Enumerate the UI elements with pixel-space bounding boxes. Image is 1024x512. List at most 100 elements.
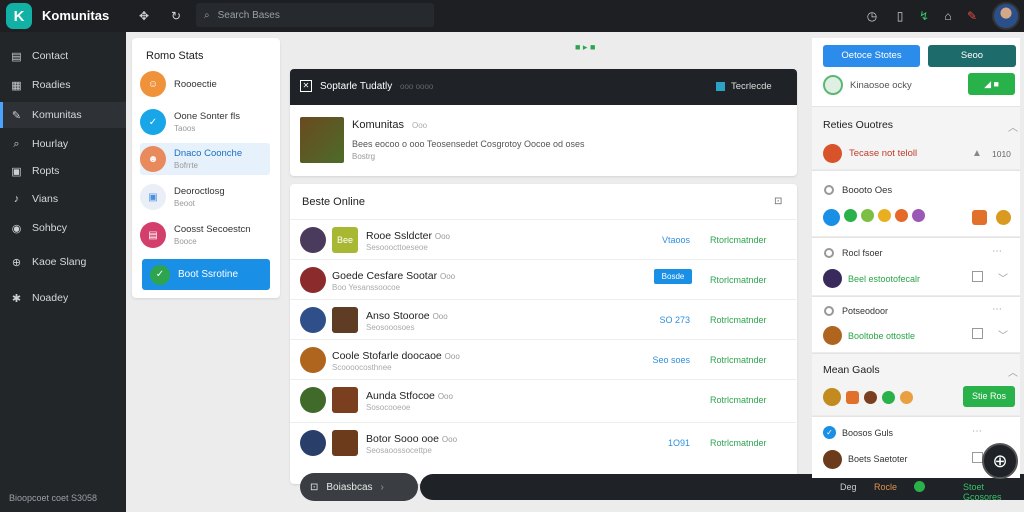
globe-icon: ⊕ — [11, 256, 22, 269]
bottom-bar-label-b[interactable]: Rocle — [874, 482, 897, 492]
table-row[interactable]: Anso Stooroe Ooo Seosooosoes SO 273 Rotr… — [290, 299, 796, 339]
chevron-down-icon[interactable]: ﹀ — [998, 327, 1008, 342]
chevron-up-icon[interactable]: ︿ — [1008, 119, 1018, 134]
avatar[interactable] — [861, 209, 874, 222]
bottom-bar-label-c[interactable]: Stoet Gcosores — [963, 482, 1024, 502]
sidebar-item-vians[interactable]: ♪ Vians — [0, 186, 126, 212]
refresh-icon[interactable]: ↻ — [168, 8, 184, 24]
bottom-pill-button[interactable]: ⊡ Boiasbcas › — [300, 473, 418, 501]
bottom-bar-label-a[interactable]: Deg — [840, 482, 857, 492]
friend-avatars — [823, 209, 925, 226]
sidebar-item-komunitas[interactable]: ✎ Komunitas — [0, 102, 126, 128]
member-name[interactable]: Boets Saetoter — [848, 454, 908, 464]
search-input[interactable]: ⌕ Search Bases — [196, 3, 434, 27]
user-avatar[interactable] — [992, 2, 1020, 30]
bolt-icon[interactable]: ↯ — [916, 8, 932, 24]
grid-icon[interactable]: ✥ — [136, 8, 152, 24]
online-list: Beste Online ⊡ Bee Rooe Ssldcter Ooo Ses… — [290, 184, 797, 484]
sidebar-item-sohbcy[interactable]: ◉ Sohbcy — [0, 215, 126, 241]
row-action[interactable]: Rotrlcmatnder — [710, 395, 767, 405]
avatar[interactable] — [844, 209, 857, 222]
status-badge[interactable]: Bosde — [654, 269, 692, 284]
table-row[interactable]: Aunda Stfocoe Ooo Sosocooeoe Rotrlcmatnd… — [290, 379, 796, 419]
list-item[interactable]: ☺ Roooectie — [140, 68, 270, 100]
reports-icon: ▣ — [11, 165, 22, 178]
secondary-button[interactable]: Seoo — [928, 45, 1016, 67]
app-logo[interactable]: K — [6, 3, 32, 29]
section-title: Mean Gaols — [823, 364, 880, 376]
member-row[interactable]: Potseodoor ⋯ Booltobe ottostle ﹀ — [812, 296, 1020, 352]
sidebar-item-contact[interactable]: ▤ Contact — [0, 43, 126, 69]
table-row[interactable]: Coole Stofarle doocaoe Ooo Scoooocosthne… — [290, 339, 796, 379]
left-panel-title: Romo Stats — [146, 50, 204, 62]
checkbox[interactable] — [972, 328, 983, 339]
sidebar-item-kaoe-slang[interactable]: ⊕ Kaoe Slang — [0, 249, 126, 275]
more-icon[interactable]: ⋯ — [992, 304, 1002, 315]
avatar — [300, 307, 326, 333]
row-action[interactable]: Rotrlcmatnder — [710, 438, 767, 448]
sidebar-item-roadies[interactable]: ▦ Roadies — [0, 72, 126, 98]
floating-action-button[interactable]: ⊕ — [982, 443, 1018, 479]
game-thumbnail[interactable] — [300, 117, 344, 163]
member-name[interactable]: Boosos Guls — [842, 428, 893, 438]
featured-card: ✕ Soptarle Tudatly ooo oooo Tecrlecde Ko… — [290, 69, 797, 176]
clipboard-icon[interactable]: ▯ — [892, 8, 908, 24]
row-action[interactable]: Rotrlcmatnder — [710, 355, 767, 365]
home-icon[interactable]: ⌂ — [940, 8, 956, 24]
grid-icon: ▦ — [11, 79, 22, 92]
list-item[interactable]: ▣ Deoroctlosg Beoot — [140, 181, 270, 213]
avatar[interactable] — [900, 390, 913, 404]
checkbox[interactable] — [972, 271, 983, 282]
expand-icon[interactable]: ✕ — [300, 80, 312, 92]
sidebar-item-hourlay[interactable]: ⌕ Hourlay — [0, 131, 126, 157]
table-row[interactable]: Botor Sooo ooe Ooo Seosaoossocettpe 1O91… — [290, 422, 796, 462]
sidebar-item-ropts[interactable]: ▣ Ropts — [0, 158, 126, 184]
green-action-button[interactable]: ◢ ■ — [968, 73, 1015, 95]
alert-icon[interactable]: ✎ — [964, 8, 980, 24]
clock-icon[interactable]: ◷ — [864, 8, 880, 24]
item-sub: Booce — [174, 237, 197, 246]
save-goals-button[interactable]: Stie Ros — [963, 386, 1015, 407]
status-icon — [824, 248, 834, 258]
member-row[interactable]: Rocl fsoer ⋯ Beel estootofecalr ﹀ — [812, 237, 1020, 295]
chevron-down-icon[interactable]: ﹀ — [998, 270, 1008, 285]
sidebar-item-label: Roadies — [32, 79, 71, 91]
list-item[interactable]: ▤ Coosst Secoestcn Booce — [140, 219, 270, 251]
chevron-up-icon[interactable]: ︿ — [1008, 364, 1018, 379]
featured-sub: Bostrg — [352, 152, 376, 161]
avatar[interactable] — [864, 390, 877, 404]
row-action[interactable]: Rtorlcmatnder — [710, 235, 767, 245]
item-sub: Taoos — [174, 124, 196, 133]
ratings-section: Reties Ouotres ︿ Tecase not teloll ▲ 101… — [812, 106, 1020, 169]
featured-right-label[interactable]: Tecrlecde — [731, 81, 772, 92]
expand-icon[interactable]: ⊡ — [774, 196, 782, 207]
thumbs-up-icon[interactable]: ▲ — [972, 148, 982, 159]
avatar[interactable] — [823, 209, 840, 226]
game-icon — [332, 387, 358, 413]
avatar[interactable] — [878, 209, 891, 222]
avatar[interactable] — [895, 209, 908, 222]
item-name[interactable]: Tecase not teloll — [849, 148, 917, 159]
avatar — [823, 269, 842, 288]
friends-label: Boooto Oes — [842, 185, 893, 196]
more-icon[interactable]: ⋯ — [972, 426, 982, 437]
left-panel: Romo Stats ☺ Roooectie ✓ Oone Sonter fls… — [132, 38, 280, 298]
row-action[interactable]: Rotrlcmatnder — [710, 315, 767, 325]
item-name: Dnaco Coonche — [174, 148, 243, 159]
game-icon — [332, 430, 358, 456]
table-row[interactable]: Bee Rooe Ssldcter Ooo Sesooocttoeseoe Vt… — [290, 219, 796, 259]
sidebar-item-label: Ropts — [32, 165, 60, 177]
table-row[interactable]: Goede Cesfare Sootar Ooo Boo Yesanssooco… — [290, 259, 796, 299]
row-name: Anso Stooroe Ooo — [366, 310, 448, 322]
list-item[interactable]: ✓ Oone Sonter fls Taoos — [140, 106, 270, 138]
avatar[interactable] — [823, 388, 841, 406]
list-item-selected[interactable]: ☻ Dnaco Coonche Bofrrte — [140, 143, 270, 175]
sidebar-footer: Bioopcoet coet S3058 — [9, 493, 98, 503]
sidebar-item-noadey[interactable]: ✱ Noadey — [0, 285, 126, 311]
primary-button[interactable]: Oetoce Stotes — [823, 45, 920, 67]
avatar[interactable] — [912, 209, 925, 222]
row-action[interactable]: Rtorlcmatnder — [710, 275, 767, 285]
boot-button[interactable]: ✓ Boot Ssrotine — [142, 259, 270, 290]
avatar[interactable] — [882, 390, 895, 404]
more-icon[interactable]: ⋯ — [992, 246, 1002, 257]
